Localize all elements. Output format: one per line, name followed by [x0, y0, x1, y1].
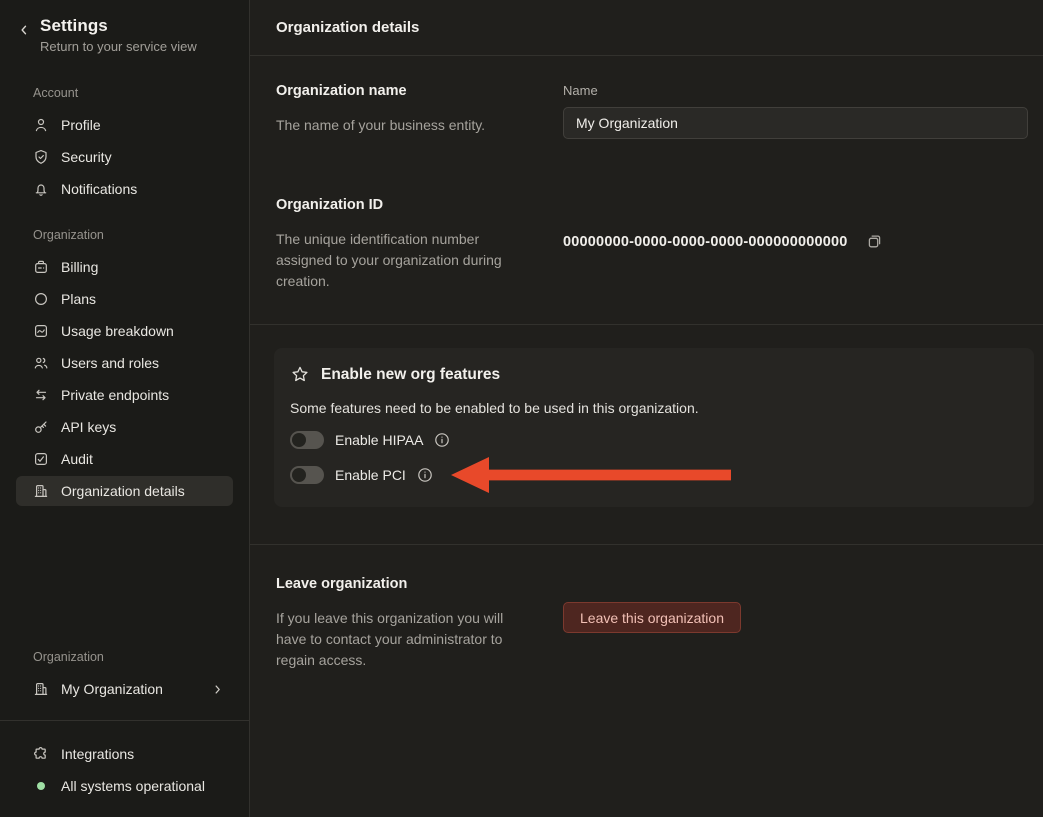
sidebar-item-usage-breakdown[interactable]: Usage breakdown: [16, 316, 233, 346]
features-card-description: Some features need to be enabled to be u…: [290, 400, 1014, 416]
sidebar-item-plans[interactable]: Plans: [16, 284, 233, 314]
building-icon: [33, 483, 49, 499]
billing-icon: [33, 259, 49, 275]
main-header: Organization details: [250, 0, 1043, 56]
status-label: All systems operational: [61, 778, 205, 794]
status-dot-icon: [37, 782, 45, 790]
usage-chart-icon: [33, 323, 49, 339]
copy-button[interactable]: [864, 231, 885, 252]
org-id-value: 00000000-0000-0000-0000-000000000000: [563, 234, 848, 250]
leave-description: If you leave this organization you will …: [276, 608, 528, 671]
users-icon: [33, 355, 49, 371]
arrows-swap-icon: [33, 387, 49, 403]
features-section: Enable new org features Some features ne…: [250, 325, 1043, 544]
sidebar-item-label: Users and roles: [61, 355, 159, 371]
leave-title: Leave organization: [276, 576, 563, 592]
circle-icon: [33, 291, 49, 307]
org-switcher-value: My Organization: [61, 681, 163, 697]
hipaa-toggle-row: Enable HIPAA: [290, 429, 1014, 451]
pci-toggle[interactable]: [290, 466, 324, 484]
puzzle-icon: [33, 746, 49, 762]
settings-sidebar: Settings Return to your service view Acc…: [0, 0, 250, 817]
features-card: Enable new org features Some features ne…: [274, 348, 1034, 507]
org-switcher-label: Organization: [33, 650, 233, 664]
sidebar-footer: Integrations All systems operational: [0, 721, 249, 817]
sidebar-item-audit[interactable]: Audit: [16, 444, 233, 474]
sidebar-item-private-endpoints[interactable]: Private endpoints: [16, 380, 233, 410]
sidebar-item-users-and-roles[interactable]: Users and roles: [16, 348, 233, 378]
org-name-title: Organization name: [276, 83, 563, 99]
annotation-arrow-icon: [451, 456, 731, 494]
star-icon: [290, 365, 310, 385]
org-name-row: Organization name The name of your busin…: [276, 83, 1028, 139]
sidebar-item-label: API keys: [61, 419, 116, 435]
name-field-label: Name: [563, 83, 1028, 98]
sidebar-title: Settings: [40, 16, 197, 36]
sidebar-item-api-keys[interactable]: API keys: [16, 412, 233, 442]
org-switcher: Organization My Organization: [0, 626, 249, 720]
hipaa-toggle[interactable]: [290, 431, 324, 449]
info-icon[interactable]: [434, 432, 450, 448]
pci-toggle-label: Enable PCI: [335, 467, 406, 483]
sidebar-item-organization-details[interactable]: Organization details: [16, 476, 233, 506]
org-id-row: Organization ID The unique identificatio…: [276, 197, 1028, 292]
sidebar-item-notifications[interactable]: Notifications: [16, 174, 233, 204]
sidebar-nav: Account Profile Security Notifications O…: [0, 62, 249, 508]
sidebar-subtitle: Return to your service view: [40, 39, 197, 54]
sidebar-item-profile[interactable]: Profile: [16, 110, 233, 140]
sidebar-item-billing[interactable]: Billing: [16, 252, 233, 282]
sidebar-item-label: Organization details: [61, 483, 185, 499]
org-name-input[interactable]: [563, 107, 1028, 139]
leave-organization-section: Leave organization If you leave this org…: [250, 545, 1043, 671]
org-id-title: Organization ID: [276, 197, 563, 213]
user-icon: [33, 117, 49, 133]
info-icon[interactable]: [417, 467, 433, 483]
back-button[interactable]: [14, 18, 34, 42]
sidebar-item-label: Audit: [61, 451, 93, 467]
org-switcher-button[interactable]: My Organization: [16, 674, 233, 704]
sidebar-item-security[interactable]: Security: [16, 142, 233, 172]
section-label-organization: Organization: [33, 228, 233, 242]
sidebar-item-label: Plans: [61, 291, 96, 307]
org-details-section: Organization name The name of your busin…: [250, 56, 1043, 324]
sidebar-header: Settings Return to your service view: [0, 0, 249, 54]
org-id-description: The unique identification number assigne…: [276, 229, 528, 292]
audit-icon: [33, 451, 49, 467]
system-status-link[interactable]: All systems operational: [16, 771, 233, 801]
integrations-label: Integrations: [61, 746, 134, 762]
main-content: Organization details Organization name T…: [250, 0, 1043, 817]
section-label-account: Account: [33, 86, 233, 100]
sidebar-item-label: Security: [61, 149, 112, 165]
sidebar-item-label: Usage breakdown: [61, 323, 174, 339]
sidebar-item-label: Profile: [61, 117, 101, 133]
key-icon: [33, 419, 49, 435]
shield-check-icon: [33, 149, 49, 165]
chevron-right-icon: [212, 684, 223, 695]
copy-icon: [866, 233, 883, 250]
building-icon: [33, 681, 49, 697]
bell-icon: [33, 181, 49, 197]
leave-organization-button[interactable]: Leave this organization: [563, 602, 741, 633]
features-card-title: Enable new org features: [321, 366, 500, 384]
pci-toggle-row: Enable PCI: [290, 464, 1014, 486]
hipaa-toggle-label: Enable HIPAA: [335, 432, 423, 448]
sidebar-item-label: Notifications: [61, 181, 137, 197]
sidebar-item-label: Billing: [61, 259, 98, 275]
org-name-description: The name of your business entity.: [276, 115, 528, 136]
sidebar-item-label: Private endpoints: [61, 387, 169, 403]
chevron-left-icon: [18, 24, 30, 36]
page-title: Organization details: [276, 19, 419, 36]
integrations-link[interactable]: Integrations: [16, 739, 233, 769]
